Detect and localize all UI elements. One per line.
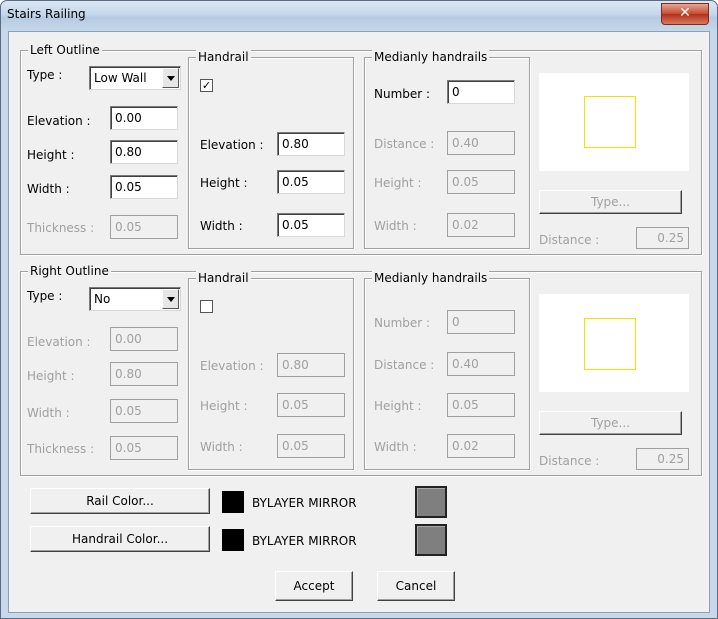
left-medianly-number-label: Number :: [374, 87, 431, 101]
right-type-label: Type :: [27, 289, 63, 303]
left-type-select[interactable]: Low Wall: [89, 66, 181, 90]
left-preview-square: [584, 96, 636, 148]
left-type-value: Low Wall: [94, 71, 147, 85]
right-width-input[interactable]: 0.05: [110, 399, 178, 423]
left-distance-label: Distance :: [539, 233, 600, 247]
left-width-label: Width :: [27, 182, 70, 196]
left-handrail-width-label: Width :: [200, 219, 243, 233]
right-handrail-title: Handrail: [196, 271, 251, 285]
left-medianly-distance-input[interactable]: 0.40: [447, 131, 515, 155]
left-medianly-width-input[interactable]: 0.02: [447, 213, 515, 237]
chevron-down-icon[interactable]: [162, 68, 179, 88]
left-distance-input[interactable]: 0.25: [636, 227, 689, 249]
left-handrail-width-input[interactable]: 0.05: [277, 213, 345, 237]
rail-color-swatch: [222, 491, 244, 513]
left-medianly-group: Medianly handrails Number : 0 Distance :…: [364, 50, 530, 249]
left-thickness-input[interactable]: 0.05: [110, 215, 178, 239]
rail-color-text: BYLAYER MIRROR: [252, 496, 357, 510]
stairs-railing-dialog: Stairs Railing ✕ Left Outline Type : Low…: [0, 0, 718, 619]
left-medianly-distance-label: Distance :: [374, 137, 435, 151]
handrail-mirror-swatch[interactable]: [415, 524, 447, 556]
right-handrail-width-label: Width :: [200, 440, 243, 454]
right-handrail-width-input[interactable]: 0.05: [277, 434, 345, 458]
left-medianly-height-label: Height :: [374, 176, 422, 190]
left-handrail-height-label: Height :: [200, 176, 248, 190]
left-width-input[interactable]: 0.05: [110, 175, 178, 199]
right-width-label: Width :: [27, 406, 70, 420]
right-medianly-number-input[interactable]: 0: [447, 310, 515, 334]
left-height-label: Height :: [27, 148, 75, 162]
left-handrail-group: Handrail ✓ Elevation : 0.80 Height : 0.0…: [188, 50, 354, 249]
window-title: Stairs Railing: [7, 7, 86, 21]
left-medianly-height-input[interactable]: 0.05: [447, 170, 515, 194]
right-handrail-group: Handrail Elevation : 0.80 Height : 0.05 …: [188, 271, 354, 470]
right-type-select[interactable]: No: [89, 287, 181, 311]
right-medianly-distance-label: Distance :: [374, 358, 435, 372]
right-handrail-height-label: Height :: [200, 399, 248, 413]
right-elevation-input[interactable]: 0.00: [110, 327, 178, 351]
right-preview-square: [584, 318, 636, 370]
right-handrail-elevation-label: Elevation :: [200, 359, 264, 373]
right-elevation-label: Elevation :: [27, 335, 91, 349]
right-height-input[interactable]: 0.80: [110, 362, 178, 386]
right-handrail-elevation-input[interactable]: 0.80: [277, 353, 345, 377]
left-handrail-elevation-input[interactable]: 0.80: [277, 132, 345, 156]
left-medianly-title: Medianly handrails: [372, 50, 490, 64]
rail-mirror-swatch[interactable]: [415, 486, 447, 518]
right-preview-canvas: [539, 294, 689, 392]
left-preview-canvas: [539, 73, 689, 171]
close-icon: ✕: [679, 5, 691, 21]
right-outline-group: Right Outline Type : No Elevation : 0.00…: [20, 264, 702, 476]
right-medianly-title: Medianly handrails: [372, 271, 490, 285]
left-type-label: Type :: [27, 68, 63, 82]
left-elevation-label: Elevation :: [27, 114, 91, 128]
right-height-label: Height :: [27, 369, 75, 383]
right-medianly-number-label: Number :: [374, 316, 431, 330]
handrail-color-text: BYLAYER MIRROR: [252, 534, 357, 548]
left-handrail-title: Handrail: [196, 50, 251, 64]
left-medianly-width-label: Width :: [374, 219, 417, 233]
left-type-button[interactable]: Type...: [539, 190, 682, 214]
rail-color-button[interactable]: Rail Color...: [30, 488, 210, 514]
right-thickness-label: Thickness :: [27, 442, 95, 456]
right-handrail-height-input[interactable]: 0.05: [277, 393, 345, 417]
cancel-button[interactable]: Cancel: [377, 571, 455, 601]
handrail-color-button[interactable]: Handrail Color...: [30, 526, 210, 552]
left-handrail-height-input[interactable]: 0.05: [277, 170, 345, 194]
right-handrail-checkbox[interactable]: [200, 300, 213, 313]
right-medianly-height-label: Height :: [374, 399, 422, 413]
close-button[interactable]: ✕: [661, 3, 709, 25]
left-handrail-checkbox[interactable]: ✓: [200, 79, 213, 92]
left-elevation-input[interactable]: 0.00: [110, 106, 178, 130]
left-medianly-number-input[interactable]: 0: [447, 80, 515, 104]
right-type-button[interactable]: Type...: [539, 411, 682, 435]
right-distance-label: Distance :: [539, 454, 600, 468]
right-medianly-width-input[interactable]: 0.02: [447, 434, 515, 458]
left-thickness-label: Thickness :: [27, 221, 95, 235]
right-medianly-distance-input[interactable]: 0.40: [447, 352, 515, 376]
checkmark-icon: ✓: [201, 79, 212, 92]
chevron-down-icon[interactable]: [162, 289, 179, 309]
left-outline-group: Left Outline Type : Low Wall Elevation :…: [20, 43, 702, 255]
right-thickness-input[interactable]: 0.05: [110, 436, 178, 460]
title-bar[interactable]: Stairs Railing ✕: [1, 1, 717, 31]
dialog-client: Left Outline Type : Low Wall Elevation :…: [8, 31, 710, 613]
right-medianly-group: Medianly handrails Number : 0 Distance :…: [364, 271, 530, 470]
right-outline-title: Right Outline: [28, 264, 111, 278]
accept-button[interactable]: Accept: [275, 571, 353, 601]
left-outline-title: Left Outline: [28, 43, 102, 57]
right-medianly-width-label: Width :: [374, 440, 417, 454]
handrail-color-swatch: [222, 529, 244, 551]
right-type-value: No: [94, 292, 111, 306]
left-handrail-elevation-label: Elevation :: [200, 138, 264, 152]
right-medianly-height-input[interactable]: 0.05: [447, 393, 515, 417]
right-distance-input[interactable]: 0.25: [636, 448, 689, 470]
left-height-input[interactable]: 0.80: [110, 140, 178, 164]
